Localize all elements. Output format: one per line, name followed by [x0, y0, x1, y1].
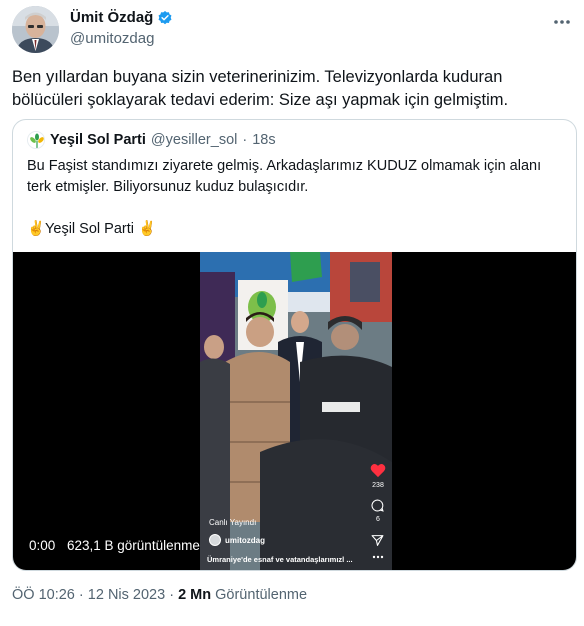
- overlay-user-row: umitozdag: [209, 534, 265, 546]
- comment-count: 6: [376, 516, 380, 523]
- author-name[interactable]: Ümit Özdağ: [70, 9, 153, 26]
- tweet-time[interactable]: ÖÖ 10:26: [12, 587, 75, 603]
- video-views: 623,1 B görüntülenme: [67, 538, 200, 553]
- video-time: 0:00: [29, 538, 56, 553]
- author-name-row: Ümit Özdağ: [70, 9, 173, 26]
- meta-separator: ·: [78, 587, 84, 603]
- quoted-timestamp[interactable]: 18s: [252, 132, 275, 148]
- quoted-separator: ·: [242, 132, 248, 148]
- more-options-icon[interactable]: [552, 12, 572, 32]
- quoted-author-handle[interactable]: @yesiller_sol: [151, 132, 237, 148]
- quoted-avatar[interactable]: [27, 131, 45, 149]
- tweet-header: Ümit Özdağ @umitozdag: [12, 6, 572, 54]
- tweet: Ümit Özdağ @umitozdag Ben yıllardan buya…: [0, 0, 584, 626]
- heart-icon[interactable]: [370, 463, 386, 478]
- tweet-text: Ben yıllardan buyana sizin veterineriniz…: [12, 68, 509, 109]
- video-frame: 238 6 Canlı Yayındı umitozdag Ümraniye'd…: [200, 252, 392, 570]
- leaf-logo-icon: [28, 132, 44, 148]
- meta-separator: ·: [169, 587, 175, 603]
- video-player[interactable]: 238 6 Canlı Yayındı umitozdag Ümraniye'd…: [13, 252, 576, 570]
- overlay-avatar: [209, 534, 221, 546]
- quoted-text: Bu Faşist standımızı ziyarete gelmiş. Ar…: [27, 158, 542, 237]
- send-icon[interactable]: [371, 534, 384, 547]
- like-count: 238: [372, 482, 384, 489]
- tweet-meta: ÖÖ 10:26 · 12 Nis 2023 · 2 Mn Görüntülen…: [12, 587, 307, 603]
- overlay-caption: Ümraniye'de esnaf ve vatandaşlarımızl ..…: [207, 555, 353, 564]
- quoted-header: Yeşil Sol Parti @yesiller_sol · 18s: [27, 131, 276, 149]
- view-count[interactable]: 2 Mn: [178, 587, 211, 603]
- comment-icon[interactable]: [371, 499, 384, 512]
- avatar[interactable]: [12, 6, 59, 53]
- author-handle[interactable]: @umitozdag: [70, 30, 154, 47]
- tweet-date[interactable]: 12 Nis 2023: [88, 587, 165, 603]
- overlay-more-icon[interactable]: [372, 555, 384, 559]
- avatar-image: [12, 6, 59, 53]
- overlay-username: umitozdag: [225, 535, 265, 545]
- quoted-tweet[interactable]: Yeşil Sol Parti @yesiller_sol · 18s Bu F…: [12, 119, 577, 571]
- live-label: Canlı Yayındı: [209, 518, 257, 527]
- quoted-author-name[interactable]: Yeşil Sol Parti: [50, 132, 146, 148]
- view-label: Görüntülenme: [215, 587, 308, 603]
- verified-badge-icon: [158, 10, 172, 24]
